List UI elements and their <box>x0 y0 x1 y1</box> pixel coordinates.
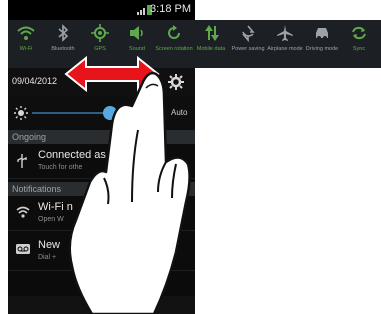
toggle-driving-mode[interactable]: Driving mode <box>304 20 340 68</box>
notification-subtitle: Dial + <box>38 254 57 261</box>
pointing-hand-icon <box>68 71 191 314</box>
toggle-airplane-mode[interactable]: Airplane mode <box>267 20 303 68</box>
wifi-icon <box>16 206 30 218</box>
bluetooth-icon <box>58 24 69 42</box>
ongoing-section-label: Ongoing <box>12 132 47 142</box>
brightness-icon <box>14 106 28 120</box>
toggle-power-saving[interactable]: Power saving <box>230 20 266 68</box>
toggle-label: Sync <box>352 46 366 52</box>
power-saving-icon <box>242 25 255 42</box>
status-time: 3:18 PM <box>150 3 191 15</box>
sound-icon <box>130 26 143 40</box>
driving-mode-icon <box>316 28 328 40</box>
sync-icon <box>352 26 366 40</box>
mobile-data-icon <box>205 25 219 41</box>
usb-icon <box>17 154 27 168</box>
date-text: 09/04/2012 <box>12 76 58 86</box>
toggle-sync[interactable]: Sync <box>341 20 377 68</box>
airplane-icon <box>277 25 293 41</box>
voicemail-icon <box>16 244 30 254</box>
wifi-icon <box>17 26 35 40</box>
screen-rotation-icon <box>168 25 180 39</box>
notifications-section-label: Notifications <box>12 184 62 194</box>
notification-title: New <box>38 239 61 251</box>
toggle-wifi[interactable]: Wi-Fi <box>8 20 44 68</box>
notification-subtitle: Open W <box>38 216 64 223</box>
toggle-mobile-data[interactable]: Mobile data <box>193 20 229 68</box>
status-bar: 3:18 PM <box>8 0 195 20</box>
gps-icon <box>91 24 109 42</box>
